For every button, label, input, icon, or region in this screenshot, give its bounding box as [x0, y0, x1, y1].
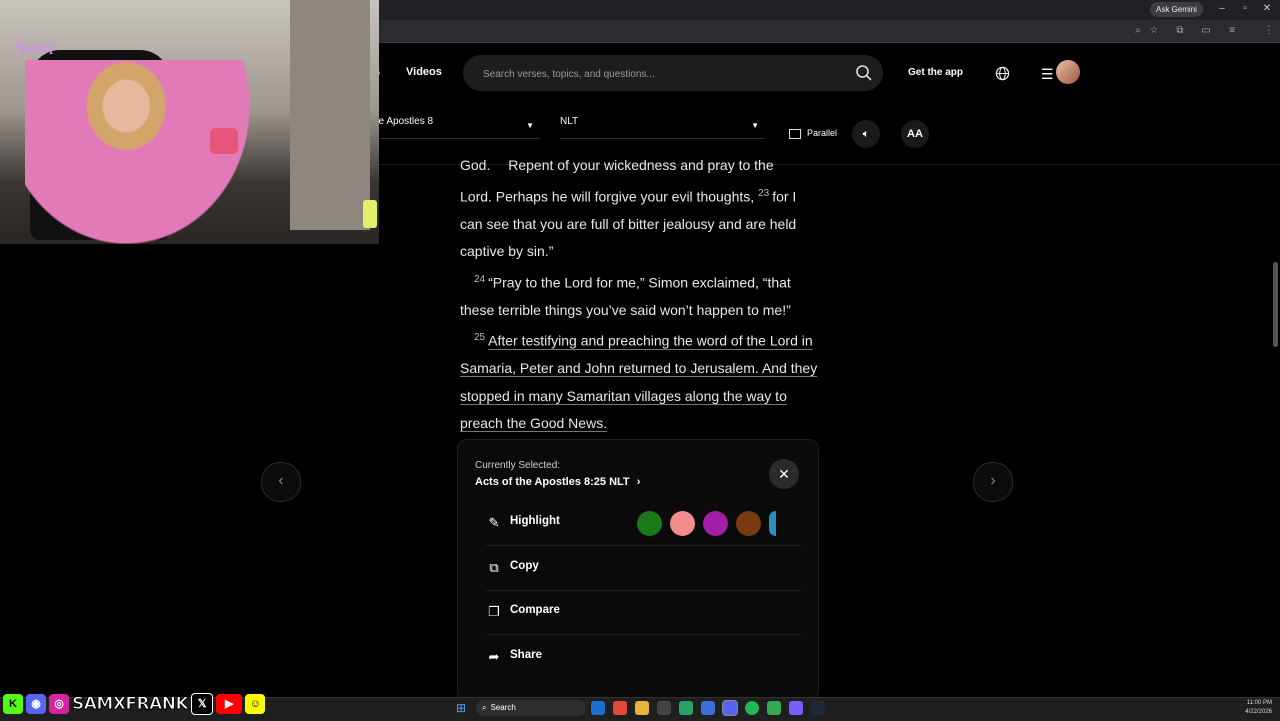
clock-date: 4/22/2026: [1245, 709, 1272, 715]
taskbar-search[interactable]: ⌕ Search: [476, 700, 586, 716]
scrollbar[interactable]: [1273, 262, 1278, 347]
chevron-right-icon: ›: [636, 476, 641, 488]
app-icon[interactable]: [657, 701, 671, 715]
x-icon: 𝕏: [191, 693, 214, 715]
app-icon[interactable]: [722, 700, 738, 716]
book-chapter-select[interactable]: he Apostles 8 ▼: [373, 116, 540, 139]
search-icon[interactable]: [855, 64, 873, 82]
windows-start-icon[interactable]: ⊞: [456, 701, 470, 715]
font-size-button[interactable]: AA: [901, 120, 929, 148]
chrome-app-icon[interactable]: [613, 701, 627, 715]
highlight-color-green[interactable]: [637, 511, 662, 536]
webcam-can: [363, 200, 377, 228]
system-clock[interactable]: 11:00 PM 4/22/2026: [1232, 699, 1272, 717]
discord-icon[interactable]: [789, 701, 803, 715]
kick-icon: K: [3, 694, 23, 714]
close-button[interactable]: ✕: [769, 459, 799, 489]
chevron-left-icon: ‹: [278, 472, 284, 489]
version-select[interactable]: NLT ▼: [560, 116, 765, 139]
highlight-color-pink[interactable]: [670, 511, 695, 536]
maximize-button[interactable]: ▫: [1238, 3, 1252, 14]
share-icon: ➦: [488, 649, 500, 664]
browser-tab-bar: [379, 0, 1280, 20]
share-action[interactable]: ➦ Share: [486, 635, 801, 679]
highlight-color-blue[interactable]: [769, 511, 776, 536]
previous-chapter-button[interactable]: ‹: [261, 462, 301, 502]
translate-icon[interactable]: ≡: [1225, 25, 1239, 36]
ask-gemini-button[interactable]: Ask Gemini: [1150, 2, 1203, 17]
app-icon[interactable]: [679, 701, 693, 715]
taskbar-search-label: Search: [490, 703, 516, 712]
webcam-pillow: [210, 128, 238, 154]
spotify-icon[interactable]: [745, 701, 759, 715]
zoom-icon[interactable]: ⌕: [1131, 25, 1145, 36]
version-value: NLT: [560, 116, 579, 127]
sidepanel-icon[interactable]: ▭: [1199, 25, 1213, 36]
search-bar: [463, 55, 883, 93]
chevron-right-icon: ›: [990, 472, 996, 489]
discord-icon: ◉: [26, 694, 46, 714]
stream-handle: SAMXFRANK: [71, 694, 189, 715]
pencil-icon: ✎: [488, 515, 500, 530]
chevron-down-icon: ▼: [751, 121, 759, 130]
highlight-label: Highlight: [510, 515, 560, 527]
kebab-menu-icon[interactable]: ⋮: [1262, 25, 1276, 36]
next-chapter-button[interactable]: ›: [973, 462, 1013, 502]
extensions-icon[interactable]: ⧉: [1173, 25, 1187, 36]
verse-25[interactable]: 25 After testifying and preaching the wor…: [460, 324, 822, 438]
currently-selected-label: Currently Selected:: [475, 460, 561, 471]
search-icon: ⌕: [482, 703, 487, 712]
compare-label: Compare: [510, 604, 560, 616]
verse-line: God. Repent of your wickedness and pray …: [460, 157, 774, 173]
steam-icon[interactable]: [811, 701, 825, 715]
avatar[interactable]: [1056, 60, 1080, 84]
compare-icon: ❐: [488, 604, 500, 619]
copy-icon: ⧉: [489, 560, 499, 575]
parallel-label: Parallel: [807, 128, 838, 138]
file-explorer-icon[interactable]: [635, 701, 649, 715]
minimize-button[interactable]: –: [1215, 3, 1229, 14]
share-label: Share: [510, 649, 542, 661]
webcam-background-door: [290, 0, 370, 230]
verse-action-panel: Currently Selected: Acts of the Apostles…: [457, 439, 819, 701]
app-icon[interactable]: [701, 701, 715, 715]
book-chapter-value: he Apostles 8: [373, 116, 434, 127]
copy-action[interactable]: ⧉ Copy: [486, 546, 801, 591]
verse-22-23[interactable]: Lord. Perhaps he will forgive your evil …: [460, 180, 822, 266]
speaker-icon: 🔈︎: [862, 128, 870, 140]
close-window-button[interactable]: ✕: [1260, 3, 1274, 14]
selected-reference-link[interactable]: Acts of the Apostles 8:25 NLT ›: [475, 476, 640, 488]
parallel-button[interactable]: Parallel: [789, 128, 837, 139]
close-icon: ✕: [778, 466, 790, 482]
instagram-icon: ◎: [49, 694, 69, 714]
compare-action[interactable]: ❐ Compare: [486, 590, 801, 635]
snapchat-icon: ☺: [245, 694, 266, 714]
streamer-logo: Sam: [14, 38, 55, 59]
youtube-icon: ▶: [216, 694, 243, 714]
audio-button[interactable]: 🔈︎: [852, 120, 880, 148]
verse-24[interactable]: 24 “Pray to the Lord for me,” Simon excla…: [460, 266, 822, 325]
hamburger-menu-icon[interactable]: ☰: [1041, 66, 1054, 83]
edge-app-icon[interactable]: [591, 701, 605, 715]
search-input[interactable]: [481, 55, 845, 93]
chapter-text: God. Repent of your wickedness and pray …: [460, 152, 822, 438]
highlight-action[interactable]: ✎ Highlight: [486, 501, 801, 546]
stream-social-banner: K ◉ ◎ SAMXFRANK 𝕏 ▶ ☺: [3, 692, 266, 716]
nav-item-videos[interactable]: Videos: [406, 66, 442, 78]
webcam-overlay: Sam: [0, 0, 379, 244]
clock-time: 11:00 PM: [1246, 700, 1272, 706]
get-app-link[interactable]: Get the app: [908, 67, 963, 78]
highlight-color-purple[interactable]: [703, 511, 728, 536]
chevron-down-icon: ▼: [526, 121, 534, 130]
copy-label: Copy: [510, 560, 539, 572]
star-icon[interactable]: ☆: [1147, 25, 1161, 36]
chrome-app-icon[interactable]: [767, 701, 781, 715]
highlight-color-brown[interactable]: [736, 511, 761, 536]
parallel-icon: [789, 128, 801, 139]
globe-icon[interactable]: [995, 66, 1010, 81]
